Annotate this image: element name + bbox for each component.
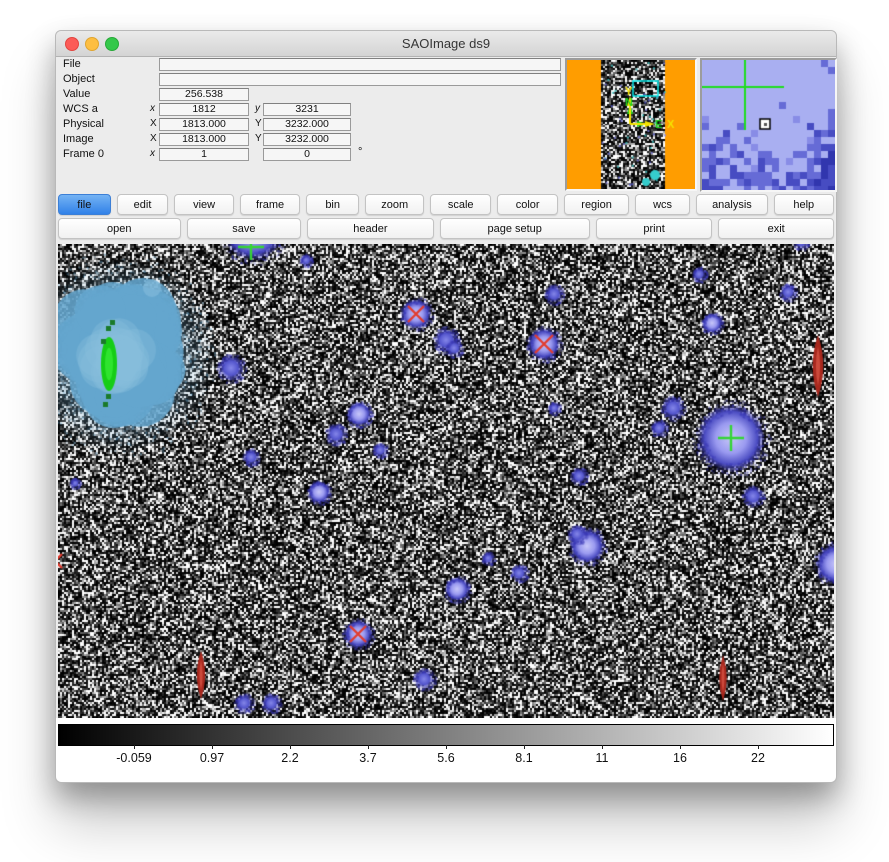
wcs-x-field[interactable]: 1812: [159, 103, 249, 116]
colorbar-label: 0.97: [200, 751, 224, 765]
physical-x-field[interactable]: 1813.000: [159, 118, 249, 131]
menu-edit[interactable]: edit: [117, 194, 169, 215]
object-field[interactable]: [159, 73, 561, 86]
object-label: Object: [63, 73, 95, 85]
colorbar-label: 2.2: [281, 751, 298, 765]
colorbar-tick: [290, 745, 291, 749]
menu-help[interactable]: help: [774, 194, 834, 215]
page-setup-button[interactable]: page setup: [440, 218, 590, 239]
physical-x-sublabel: X: [150, 118, 157, 129]
menu-wcs[interactable]: wcs: [635, 194, 691, 215]
image-y-sublabel: Y: [255, 133, 262, 144]
colorbar-label: 3.7: [359, 751, 376, 765]
colorbar-label: 5.6: [437, 751, 454, 765]
magnifier[interactable]: [700, 58, 837, 192]
header-button[interactable]: header: [307, 218, 433, 239]
wcs-x-sublabel: x: [150, 103, 155, 114]
physical-y-sublabel: Y: [255, 118, 262, 129]
magnifier-canvas[interactable]: [702, 60, 835, 190]
colorbar-tick: [524, 745, 525, 749]
frame-zoom-field[interactable]: 1: [159, 148, 249, 161]
colorbar-label: 8.1: [515, 751, 532, 765]
colorbar-tick: [134, 745, 135, 749]
physical-label: Physical: [63, 118, 104, 130]
menu-analysis[interactable]: analysis: [696, 194, 767, 215]
image-x-sublabel: X: [150, 133, 157, 144]
wcs-y-sublabel: y: [255, 103, 260, 114]
colorbar-gradient[interactable]: [58, 724, 834, 746]
save-button[interactable]: save: [187, 218, 302, 239]
menu-color[interactable]: color: [497, 194, 558, 215]
file-label: File: [63, 58, 81, 70]
image-display[interactable]: [58, 244, 834, 718]
value-label: Value: [63, 88, 90, 100]
value-field[interactable]: 256.538: [159, 88, 249, 101]
colorbar-tick: [368, 745, 369, 749]
titlebar[interactable]: SAOImage ds9: [56, 31, 836, 57]
print-button[interactable]: print: [596, 218, 713, 239]
colorbar-tick: [680, 745, 681, 749]
exit-button[interactable]: exit: [718, 218, 834, 239]
menu-zoom[interactable]: zoom: [365, 194, 424, 215]
open-button[interactable]: open: [58, 218, 181, 239]
panner-canvas[interactable]: [567, 60, 695, 189]
image-y-field[interactable]: 3232.000: [263, 133, 351, 146]
colorbar-label: 16: [673, 751, 687, 765]
image-label: Image: [63, 133, 94, 145]
image-x-field[interactable]: 1813.000: [159, 133, 249, 146]
physical-y-field[interactable]: 3232.000: [263, 118, 351, 131]
frame-x-sublabel: x: [150, 148, 155, 159]
menu-file[interactable]: file: [58, 194, 111, 215]
colorbar-label: 11: [596, 751, 609, 765]
colorbar-tick: [446, 745, 447, 749]
menu-frame[interactable]: frame: [240, 194, 300, 215]
frame-label: Frame 0: [63, 148, 104, 160]
colorbar-label: -0.059: [116, 751, 151, 765]
menu-scale[interactable]: scale: [430, 194, 490, 215]
colorbar-tick: [758, 745, 759, 749]
panner[interactable]: [565, 58, 697, 191]
wcs-y-field[interactable]: 3231: [263, 103, 351, 116]
menu-bar: file edit view frame bin zoom scale colo…: [58, 194, 834, 215]
menu-region[interactable]: region: [564, 194, 628, 215]
colorbar-label: 22: [751, 751, 765, 765]
file-field[interactable]: [159, 58, 561, 71]
degree-suffix: °: [358, 146, 362, 158]
ds9-window: SAOImage ds9 File Object Value 256.538 W…: [55, 30, 837, 783]
desktop: SAOImage ds9 File Object Value 256.538 W…: [0, 0, 889, 862]
frame-rotate-field[interactable]: 0: [263, 148, 351, 161]
menu-bin[interactable]: bin: [306, 194, 359, 215]
wcs-label: WCS a: [63, 103, 98, 115]
colorbar-tick: [602, 745, 603, 749]
colorbar-tick: [212, 745, 213, 749]
colorbar-panel: -0.059 0.97 2.2 3.7 5.6 8.1 11 16 22: [56, 718, 836, 782]
window-title: SAOImage ds9: [56, 36, 836, 51]
menu-view[interactable]: view: [174, 194, 233, 215]
file-button-bar: open save header page setup print exit: [58, 218, 834, 239]
